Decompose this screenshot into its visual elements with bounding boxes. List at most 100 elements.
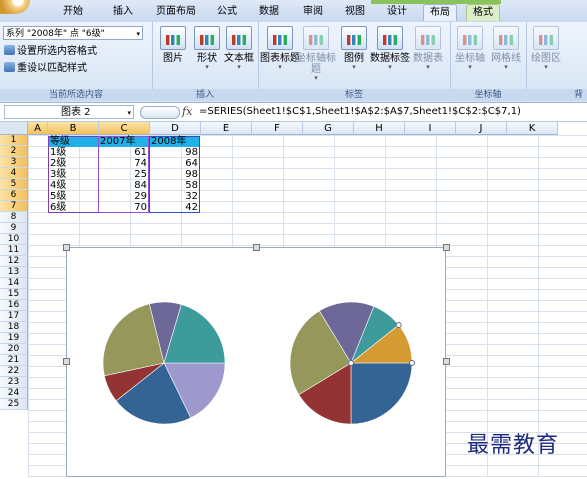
table-cell[interactable]: 98	[149, 147, 200, 158]
row-header-15[interactable]: 15	[0, 289, 28, 300]
formula-bar-resizer[interactable]	[140, 106, 180, 119]
table-header-cell[interactable]: 2008年	[149, 136, 200, 147]
row-header-2[interactable]: 2	[0, 146, 28, 157]
row-header-1[interactable]: 1	[0, 135, 28, 146]
table-cell[interactable]: 58	[149, 180, 200, 191]
row-header-17[interactable]: 17	[0, 311, 28, 322]
chart-area[interactable]	[66, 247, 446, 477]
chevron-down-icon: ▾	[468, 63, 472, 71]
row-header-8[interactable]: 8	[0, 212, 28, 223]
insert-shapes-button[interactable]: 形状 ▾	[190, 26, 224, 71]
insert-function-icon[interactable]: fx	[182, 105, 192, 118]
row-header-11[interactable]: 11	[0, 245, 28, 256]
insert-picture-button[interactable]: 图片	[156, 26, 190, 64]
chart-elements-combo[interactable]: 系列 "2008年" 点 "6级" ▾	[3, 26, 143, 40]
column-header-C[interactable]: C	[99, 122, 150, 135]
row-header-19[interactable]: 19	[0, 333, 28, 344]
bg-button-0[interactable]: 绘图区 ▾	[528, 26, 564, 71]
row-header-3[interactable]: 3	[0, 157, 28, 168]
row-header-12[interactable]: 12	[0, 256, 28, 267]
tab-4[interactable]: 数据	[256, 4, 282, 20]
table-cell[interactable]: 1级	[48, 147, 98, 158]
labels-button-1[interactable]: 坐标轴标题 ▾	[296, 26, 336, 82]
format-selection-button[interactable]: 设置所选内容格式	[4, 45, 97, 59]
table-cell[interactable]: 42	[149, 202, 200, 213]
tab-0[interactable]: 开始	[60, 4, 86, 20]
column-header-A[interactable]: A	[28, 122, 48, 135]
tab-3[interactable]: 公式	[214, 4, 240, 20]
name-box[interactable]: 图表 2 ▾	[4, 105, 134, 119]
axes-button-1[interactable]: 网格线 ▾	[488, 26, 524, 71]
chart-resize-handle[interactable]	[63, 358, 70, 365]
column-header-G[interactable]: G	[303, 122, 354, 135]
table-cell[interactable]: 74	[98, 158, 149, 169]
labels-button-4[interactable]: 数据表 ▾	[408, 26, 448, 71]
row-header-25[interactable]: 25	[0, 399, 28, 410]
chart-resize-handle[interactable]	[443, 358, 450, 365]
tab-8[interactable]: 布局	[423, 4, 457, 21]
column-header-J[interactable]: J	[456, 122, 507, 135]
pie-slice-2008年-1级[interactable]	[350, 362, 413, 425]
table-cell[interactable]: 3级	[48, 169, 98, 180]
row-header-4[interactable]: 4	[0, 168, 28, 179]
row-header-6[interactable]: 6	[0, 190, 28, 201]
tab-5[interactable]: 审阅	[300, 4, 326, 20]
axes-button-0[interactable]: 坐标轴 ▾	[452, 26, 488, 71]
reset-style-button[interactable]: 重设以匹配样式	[4, 62, 87, 76]
row-header-14[interactable]: 14	[0, 278, 28, 289]
column-header-D[interactable]: D	[150, 122, 201, 135]
selection-handle[interactable]	[395, 321, 402, 328]
table-cell[interactable]: 32	[149, 191, 200, 202]
row-header-10[interactable]: 10	[0, 234, 28, 245]
row-header-21[interactable]: 21	[0, 355, 28, 366]
table-header-cell[interactable]: 等级	[48, 136, 98, 147]
labels-button-3[interactable]: 数据标签 ▾	[370, 26, 410, 71]
tab-7[interactable]: 设计	[384, 4, 410, 20]
tab-9[interactable]: 格式	[466, 4, 500, 21]
row-header-22[interactable]: 22	[0, 366, 28, 377]
labels-button-2[interactable]: 图例 ▾	[334, 26, 374, 71]
table-cell[interactable]: 5级	[48, 191, 98, 202]
chart-resize-handle[interactable]	[443, 244, 450, 251]
column-header-E[interactable]: E	[201, 122, 252, 135]
select-all-corner[interactable]	[0, 122, 28, 135]
table-cell[interactable]: 98	[149, 169, 200, 180]
table-cell[interactable]: 64	[149, 158, 200, 169]
table-cell[interactable]: 61	[98, 147, 149, 158]
formula-input[interactable]: =SERIES(Sheet1!$C$1,Sheet1!$A$2:$A$7,She…	[199, 105, 521, 119]
chart-resize-handle[interactable]	[253, 244, 260, 251]
labels-button-0[interactable]: 图表标题 ▾	[260, 26, 300, 71]
row-header-9[interactable]: 9	[0, 223, 28, 234]
tab-2[interactable]: 页面布局	[152, 4, 200, 20]
row-header-24[interactable]: 24	[0, 388, 28, 399]
insert-textbox-button[interactable]: 文本框 ▾	[222, 26, 256, 71]
table-cell[interactable]: 4级	[48, 180, 98, 191]
row-header-20[interactable]: 20	[0, 344, 28, 355]
row-header-13[interactable]: 13	[0, 267, 28, 278]
column-header-I[interactable]: I	[405, 122, 456, 135]
tab-1[interactable]: 插入	[110, 4, 136, 20]
row-header-18[interactable]: 18	[0, 322, 28, 333]
group-label-background: 背	[526, 89, 587, 101]
table-cell[interactable]: 70	[98, 202, 149, 213]
table-header-cell[interactable]: 2007年	[98, 136, 149, 147]
table-cell[interactable]: 84	[98, 180, 149, 191]
tab-6[interactable]: 视图	[342, 4, 368, 20]
column-header-K[interactable]: K	[507, 122, 558, 135]
row-header-5[interactable]: 5	[0, 179, 28, 190]
table-cell[interactable]: 29	[98, 191, 149, 202]
row-header-16[interactable]: 16	[0, 300, 28, 311]
table-cell[interactable]: 25	[98, 169, 149, 180]
column-header-H[interactable]: H	[354, 122, 405, 135]
table-cell[interactable]: 6级	[48, 202, 98, 213]
office-button[interactable]	[0, 0, 30, 14]
selection-handle[interactable]	[348, 360, 354, 366]
chart-resize-handle[interactable]	[63, 244, 70, 251]
row-header-23[interactable]: 23	[0, 377, 28, 388]
column-header-B[interactable]: B	[48, 122, 99, 135]
pie-chart-svg[interactable]	[67, 248, 445, 476]
selection-handle[interactable]	[409, 360, 415, 366]
row-header-7[interactable]: 7	[0, 201, 28, 212]
table-cell[interactable]: 2级	[48, 158, 98, 169]
column-header-F[interactable]: F	[252, 122, 303, 135]
